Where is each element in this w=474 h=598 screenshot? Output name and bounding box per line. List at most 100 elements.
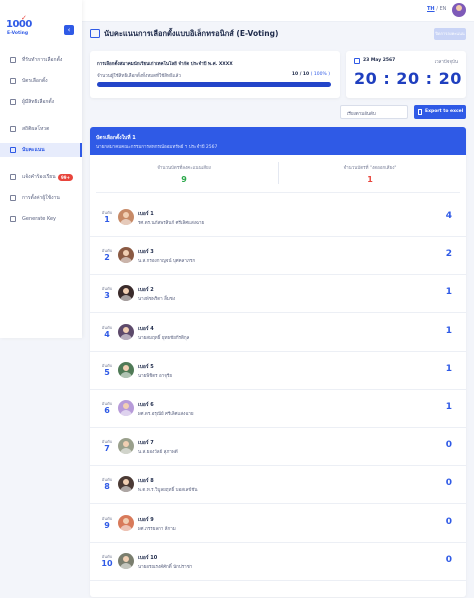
results-card: บัตรเลือกตั้งใบที่ 1 นายกสมาคมคณะกรรมการ… — [90, 127, 466, 597]
valid-ballots-value: 9 — [181, 175, 187, 184]
export-excel-button[interactable]: Export to excel — [414, 105, 466, 119]
candidate-votes: 0 — [445, 440, 452, 451]
candidate-avatar — [118, 247, 134, 264]
sidebar-collapse-button[interactable]: ‹ — [64, 25, 74, 35]
language-switcher: TH / EN — [427, 6, 446, 12]
valid-ballots-label: จำนวนบัตรที่ลงคะแนนเสียง — [157, 166, 211, 171]
turnout-progress-bar — [97, 82, 331, 87]
candidate-row: อันดับ 10 เบอร์ 10 นายอรณรงค์ศักดิ์ นักปราช… — [90, 543, 466, 581]
clock-date: 23 May 2567 — [363, 58, 396, 63]
candidate-number: เบอร์ 4 — [138, 325, 154, 332]
sidebar-item-label: การตั้งค่าผู้ใช้งาน — [22, 195, 60, 201]
candidate-votes: 0 — [445, 554, 452, 565]
stat-divider — [278, 162, 279, 184]
rank-number: 1 — [104, 215, 110, 224]
ballot-title: บัตรเลือกตั้งใบที่ 1 — [96, 135, 136, 141]
candidate-number: เบอร์ 2 — [138, 287, 154, 294]
sort-select[interactable]: เรียงตามอันดับ ⌄ — [340, 105, 408, 119]
ballot-subtitle: นายกสมาคมคณะกรรมการสหกรณ์ออมทรัพย์ ฯ ประ… — [96, 145, 218, 150]
sidebar-item-label: สถิติผลโหวต — [22, 126, 50, 132]
candidate-avatar — [118, 438, 134, 455]
clock-label: เวลาปัจจุบัน — [434, 60, 458, 65]
sidebar-item-label: บัตรเลือกตั้ง — [22, 78, 48, 84]
candidate-number: เบอร์ 3 — [138, 249, 154, 256]
sidebar-item-ballots[interactable]: บัตรเลือกตั้ง — [0, 74, 82, 88]
users-icon — [10, 99, 16, 105]
candidate-name: รศ.ดร.นภัสพรสินก์ ศรีเลิศแสงฉาย — [138, 221, 205, 226]
sidebar-item-vote-count[interactable]: นับคะแนน — [0, 143, 82, 157]
rank-number: 9 — [104, 520, 110, 530]
candidate-name: น.ส.กรองกาญจน์ บุศคลาภรก — [138, 259, 196, 265]
complaint-icon — [10, 174, 16, 180]
candidate-row: อันดับ 4 เบอร์ 4 นายสมฤทธิ์ ยุทธชัยกีรติกุล… — [90, 314, 466, 352]
candidate-votes: 1 — [445, 325, 452, 336]
sidebar-item-complaints[interactable]: แจ้งคำร้องเรียน 99+ — [0, 170, 82, 184]
lang-en-link[interactable]: EN — [439, 6, 446, 12]
lang-separator: / — [436, 6, 438, 12]
candidate-avatar — [118, 361, 134, 378]
rank-number: 5 — [104, 367, 110, 377]
candidate-number: เบอร์ 5 — [138, 363, 154, 370]
rank-number: 7 — [104, 444, 110, 454]
election-summary-card: การเลือกตั้งสมาคมนักเรียนเก่าเทคโนโลยี จ… — [90, 51, 340, 98]
chart-icon — [10, 126, 16, 132]
logo-sub-text: E-Voting — [7, 31, 29, 36]
candidate-name: น.ส.ยองวัลย์ สุภาพดี — [138, 450, 178, 456]
rank-number: 4 — [104, 329, 110, 339]
sidebar-item-statistics[interactable]: สถิติผลโหวต — [0, 122, 82, 136]
ballot-header: บัตรเลือกตั้งใบที่ 1 นายกสมาคมคณะกรรมการ… — [90, 127, 466, 155]
sidebar-item-generate-key[interactable]: Generate Key — [0, 212, 82, 226]
candidate-avatar — [118, 209, 134, 225]
candidate-number: เบอร์ 8 — [138, 478, 154, 485]
election-title: การเลือกตั้งสมาคมนักเรียนเก่าเทคโนโลยี จ… — [97, 62, 233, 67]
candidate-row: อันดับ 3 เบอร์ 2 นางพัชพริดา ลิ้มชง 1 — [90, 275, 466, 314]
user-avatar[interactable] — [452, 3, 466, 17]
calendar-icon — [354, 58, 360, 64]
candidate-number: เบอร์ 7 — [138, 440, 154, 447]
chevron-down-icon: ⌄ — [347, 109, 352, 115]
lang-th-link[interactable]: TH — [427, 6, 435, 12]
candidate-avatar — [118, 400, 134, 416]
abstain-ballots-stat: จำนวนบัตรที่ "งดออกเสียง" 1 — [280, 164, 460, 184]
home-icon — [10, 57, 16, 63]
sidebar-item-election-place[interactable]: ที่รับทำการเลือกตั้ง — [0, 53, 82, 67]
candidate-row: อันดับ 6 เบอร์ 6 ผศ.ดร.อรุณีย์ ศรีเลิศแสงฉา… — [90, 390, 466, 428]
candidate-name: นายอรณรงค์ศักดิ์ นักปราชา — [138, 564, 193, 570]
voter-turnout-count: 10 / 10 ( 100% ) — [292, 72, 330, 77]
clock-time: 20 : 20 : 20 — [354, 69, 462, 88]
abstain-ballots-value: 1 — [367, 175, 373, 184]
candidate-name: นางพัชพริดา ลิ้มชง — [138, 297, 176, 303]
candidate-votes: 1 — [445, 287, 452, 298]
key-icon — [10, 216, 16, 222]
valid-ballots-stat: จำนวนบัตรที่ลงคะแนนเสียง 9 — [94, 164, 274, 184]
sidebar-item-voters[interactable]: ผู้มีสิทธิเลือกตั้ง — [0, 95, 82, 109]
clock-card: 23 May 2567 เวลาปัจจุบัน 20 : 20 : 20 — [346, 51, 466, 98]
candidate-number: เบอร์ 9 — [138, 516, 154, 523]
sidebar-menu: ที่รับทำการเลือกตั้ง บัตรเลือกตั้ง ผู้มี… — [0, 53, 82, 233]
complaint-count-badge: 99+ — [58, 173, 73, 181]
candidate-votes: 2 — [445, 249, 452, 260]
rank-number: 3 — [104, 291, 110, 301]
page-title: นับคะแนนการเลือกตั้งแบบอิเล็กทรอนิกส์ (E… — [104, 29, 279, 38]
voter-percent-value: ( 100% ) — [310, 72, 330, 77]
candidate-votes: 0 — [445, 478, 452, 489]
abstain-ballots-label: จำนวนบัตรที่ "งดออกเสียง" — [343, 166, 397, 171]
sidebar-item-label: ผู้มีสิทธิเลือกตั้ง — [22, 99, 55, 105]
sidebar-item-label: ที่รับทำการเลือกตั้ง — [22, 57, 63, 63]
candidate-avatar — [118, 476, 134, 493]
candidate-name: ผศ.ดร.อรุณีย์ ศรีเลิศแสงฉาย — [138, 412, 194, 417]
sidebar: ✓ 1000 E-Voting ‹ ที่รับทำการเลือกตั้ง บ… — [0, 0, 82, 338]
ballot-box-icon — [90, 29, 100, 38]
app-logo[interactable]: ✓ 1000 E-Voting — [6, 14, 36, 38]
candidate-name: พ.ต.ท.ร.วิบูลยฤทธิ์ บอสเลข์ชัน — [138, 488, 198, 494]
sidebar-item-label: แจ้งคำร้องเรียน — [22, 174, 56, 180]
candidate-votes: 1 — [445, 363, 452, 374]
candidate-number: เบอร์ 10 — [138, 554, 158, 561]
rank-number: 8 — [104, 482, 110, 492]
close-voting-button[interactable]: ปิดการลงคะแนน — [434, 28, 466, 40]
candidate-row: อันดับ 5 เบอร์ 5 นายพิชิตร อาจุรีย 1 — [90, 352, 466, 390]
sidebar-item-label: Generate Key — [22, 216, 57, 222]
settings-icon — [10, 195, 16, 201]
rank-number: 2 — [104, 253, 110, 263]
sidebar-item-user-settings[interactable]: การตั้งค่าผู้ใช้งาน — [0, 191, 82, 205]
